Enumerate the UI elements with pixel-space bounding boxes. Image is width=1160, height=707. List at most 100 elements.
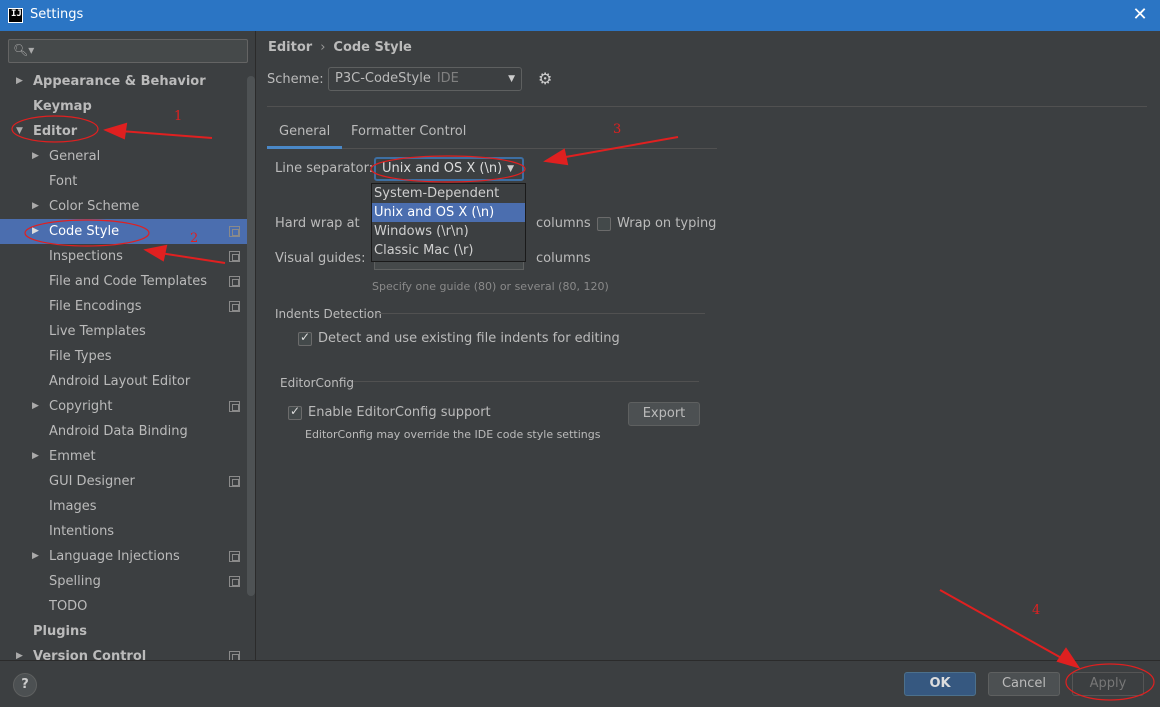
tree-item-spelling[interactable]: Spelling: [0, 569, 255, 594]
settings-content: Editor › Code Style Scheme: P3C-CodeStyle I…: [257, 31, 1160, 660]
chevron-right-icon[interactable]: ▶: [32, 544, 42, 569]
line-separator-select[interactable]: Unix and OS X (\n) ▼: [374, 157, 524, 181]
apply-button[interactable]: Apply: [1072, 672, 1144, 696]
breadcrumb-parent[interactable]: Editor: [268, 40, 312, 55]
tree-item-label: Font: [49, 174, 78, 189]
tab-general[interactable]: General: [267, 120, 343, 149]
tree-item-code-style[interactable]: ▶ Code Style: [0, 219, 255, 244]
tree-item-emmet[interactable]: ▶ Emmet: [0, 444, 255, 469]
tree-item-label: Spelling: [49, 574, 101, 589]
project-settings-icon: [229, 576, 240, 587]
hard-wrap-label: Hard wrap at: [275, 216, 360, 231]
tree-item-version-control[interactable]: ▶ Version Control: [0, 644, 255, 660]
tree-item-images[interactable]: Images: [0, 494, 255, 519]
tree-item-label: Editor: [33, 124, 78, 139]
project-settings-icon: [229, 251, 240, 262]
chevron-right-icon[interactable]: ▶: [32, 219, 42, 244]
dialog-footer: ? OK Cancel Apply: [0, 660, 1160, 707]
chevron-down-icon[interactable]: ▼: [16, 119, 26, 144]
close-icon[interactable]: ✕: [1128, 3, 1152, 27]
scheme-label: Scheme:: [267, 72, 324, 87]
tree-item-label: Plugins: [33, 624, 87, 639]
tree-item-editor[interactable]: ▼ Editor: [0, 119, 255, 144]
editorconfig-section-title: EditorConfig: [280, 376, 355, 390]
title-bar: IJ Settings ✕: [0, 0, 1160, 31]
chevron-right-icon[interactable]: ▶: [32, 444, 42, 469]
chevron-down-icon: ▼: [508, 74, 515, 84]
tree-item-general[interactable]: ▶ General: [0, 144, 255, 169]
chevron-right-icon[interactable]: ▶: [16, 644, 26, 660]
chevron-right-icon[interactable]: ▶: [32, 394, 42, 419]
chevron-right-icon[interactable]: ▶: [32, 194, 42, 219]
detect-indents-label: Detect and use existing file indents for…: [318, 331, 620, 346]
search-input[interactable]: 🔍︎▾: [8, 39, 248, 63]
tree-item-file-code-templates[interactable]: File and Code Templates: [0, 269, 255, 294]
gear-icon[interactable]: ⚙: [538, 69, 552, 88]
detect-indents-checkbox[interactable]: [298, 330, 312, 346]
tree-item-label: File Encodings: [49, 299, 142, 314]
tree-item-label: Keymap: [33, 99, 92, 114]
option-unix[interactable]: Unix and OS X (\n): [372, 203, 525, 222]
tree-item-appearance[interactable]: ▶ Appearance & Behavior: [0, 69, 255, 94]
ok-button[interactable]: OK: [904, 672, 976, 696]
annotation-number: 1: [174, 109, 183, 124]
tree-item-label: Live Templates: [49, 324, 146, 339]
chevron-right-icon[interactable]: ▶: [32, 144, 42, 169]
tree-item-label: Copyright: [49, 399, 113, 414]
settings-sidebar: 🔍︎▾ ▶ Appearance & Behavior Keymap ▼ Edi…: [0, 31, 256, 660]
editorconfig-checkbox[interactable]: [288, 404, 302, 420]
line-separator-options: System-Dependent Unix and OS X (\n) Wind…: [371, 183, 526, 262]
tree-item-label: Inspections: [49, 249, 123, 264]
export-button[interactable]: Export: [628, 402, 700, 426]
tree-item-label: GUI Designer: [49, 474, 135, 489]
chevron-right-icon[interactable]: ▶: [16, 69, 26, 94]
tree-item-font[interactable]: Font: [0, 169, 255, 194]
project-settings-icon: [229, 476, 240, 487]
app-icon: IJ: [8, 8, 23, 23]
tree-item-file-types[interactable]: File Types: [0, 344, 255, 369]
divider: [353, 381, 699, 382]
scheme-select[interactable]: P3C-CodeStyle IDE ▼: [328, 67, 522, 91]
tree-item-label: General: [49, 149, 101, 164]
divider: [377, 313, 705, 314]
annotation-number: 4: [1032, 603, 1041, 618]
option-system-dependent[interactable]: System-Dependent: [372, 184, 525, 203]
tree-item-label: Version Control: [33, 649, 147, 660]
visual-guides-hint: Specify one guide (80) or several (80, 1…: [372, 280, 609, 293]
wrap-on-typing-checkbox[interactable]: [597, 217, 611, 231]
annotation-number: 3: [613, 122, 622, 137]
sidebar-scrollbar[interactable]: [247, 76, 255, 596]
tree-item-label: Intentions: [49, 524, 115, 539]
hard-wrap-unit: columns: [536, 216, 591, 231]
tree-item-copyright[interactable]: ▶ Copyright: [0, 394, 255, 419]
tree-item-label: Emmet: [49, 449, 96, 464]
tree-item-android-data-binding[interactable]: Android Data Binding: [0, 419, 255, 444]
visual-guides-label: Visual guides:: [275, 251, 366, 266]
tree-item-gui-designer[interactable]: GUI Designer: [0, 469, 255, 494]
tree-item-label: TODO: [49, 599, 88, 614]
option-classic-mac[interactable]: Classic Mac (\r): [372, 241, 525, 260]
tree-item-label: Android Data Binding: [49, 424, 188, 439]
breadcrumb-current: Code Style: [333, 40, 412, 55]
option-windows[interactable]: Windows (\r\n): [372, 222, 525, 241]
tab-formatter-control[interactable]: Formatter Control: [339, 120, 478, 149]
tree-item-todo[interactable]: TODO: [0, 594, 255, 619]
cancel-button[interactable]: Cancel: [988, 672, 1060, 696]
tree-item-android-layout-editor[interactable]: Android Layout Editor: [0, 369, 255, 394]
project-settings-icon: [229, 401, 240, 412]
tree-item-keymap[interactable]: Keymap: [0, 94, 255, 119]
tree-item-file-encodings[interactable]: File Encodings: [0, 294, 255, 319]
tree-item-label: File and Code Templates: [49, 274, 207, 289]
tree-item-live-templates[interactable]: Live Templates: [0, 319, 255, 344]
scheme-suffix: IDE: [436, 71, 459, 86]
wrap-on-typing-label: Wrap on typing: [617, 216, 717, 231]
tree-item-plugins[interactable]: Plugins: [0, 619, 255, 644]
tree-item-inspections[interactable]: Inspections: [0, 244, 255, 269]
tree-item-color-scheme[interactable]: ▶ Color Scheme: [0, 194, 255, 219]
help-button[interactable]: ?: [13, 673, 37, 697]
editorconfig-label: Enable EditorConfig support: [308, 405, 491, 420]
tree-item-language-injections[interactable]: ▶ Language Injections: [0, 544, 255, 569]
tree-item-label: Appearance & Behavior: [33, 74, 206, 89]
tree-item-label: Images: [49, 499, 97, 514]
tree-item-intentions[interactable]: Intentions: [0, 519, 255, 544]
